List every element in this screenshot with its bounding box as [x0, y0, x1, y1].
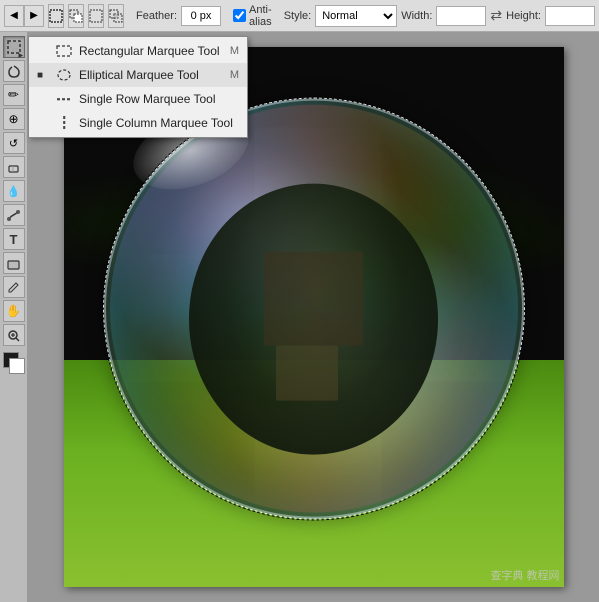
new-selection-button[interactable] [48, 4, 64, 28]
antialias-group: Anti-alias [233, 4, 272, 28]
reflected-car [276, 346, 338, 400]
forward-button[interactable]: ▶ [24, 5, 44, 27]
rectangular-marquee-icon [55, 42, 73, 60]
dropdown-item-single-row[interactable]: Single Row Marquee Tool [29, 87, 247, 111]
tool-marquee[interactable]: ▶ [3, 36, 25, 58]
tool-brush[interactable]: ✏ [3, 84, 25, 106]
nav-arrows: ◀ ▶ [4, 5, 44, 27]
watermark: 查字典 教程网 [490, 567, 559, 583]
width-label: Width: [401, 10, 432, 22]
tool-stamp[interactable]: ⊕ [3, 108, 25, 130]
dropdown-item-elliptical[interactable]: ■ Elliptical Marquee Tool M [29, 63, 247, 87]
tool-shape[interactable] [3, 252, 25, 274]
dropdown-item-elliptical-label: Elliptical Marquee Tool [79, 68, 199, 82]
elliptical-marquee-icon [55, 66, 73, 84]
feather-input[interactable] [181, 6, 221, 26]
tool-hand[interactable]: ✋ [3, 300, 25, 322]
style-label: Style: [284, 10, 312, 22]
tools-panel: ▶ ✏ ⊕ ↺ 💧 T [0, 32, 28, 602]
fg-bg-colors [3, 352, 25, 374]
dropdown-elliptical-shortcut: M [230, 69, 239, 81]
single-row-marquee-icon [55, 90, 73, 108]
tool-dropdown-menu: Rectangular Marquee Tool M ■ Elliptical … [28, 36, 248, 138]
dropdown-item-single-row-label: Single Row Marquee Tool [79, 92, 216, 106]
intersect-selection-button[interactable] [108, 4, 124, 28]
style-select[interactable]: Normal Fixed Ratio Fixed Size [315, 5, 397, 27]
feather-label: Feather: [136, 10, 177, 22]
swap-icon[interactable]: ⇄ [490, 7, 502, 24]
tool-blur[interactable]: 💧 [3, 180, 25, 202]
tool-eraser[interactable] [3, 156, 25, 178]
tool-zoom[interactable] [3, 324, 25, 346]
antialias-label: Anti-alias [249, 4, 272, 28]
bubble-sphere [104, 99, 524, 519]
antialias-checkbox[interactable] [233, 9, 246, 22]
main-toolbar: ◀ ▶ Feather: Anti-alias Style: [0, 0, 599, 32]
tool-eyedropper[interactable] [3, 276, 25, 298]
dropdown-item-rectangular[interactable]: Rectangular Marquee Tool M [29, 39, 247, 63]
single-column-marquee-icon [55, 114, 73, 132]
height-label: Height: [506, 10, 541, 22]
back-button[interactable]: ◀ [4, 5, 24, 27]
bubble-reflection [189, 184, 439, 454]
tool-lasso[interactable] [3, 60, 25, 82]
dropdown-item-single-column[interactable]: Single Column Marquee Tool [29, 111, 247, 135]
dropdown-rectangular-shortcut: M [230, 45, 239, 57]
add-selection-button[interactable] [68, 4, 84, 28]
tool-history-brush[interactable]: ↺ [3, 132, 25, 154]
width-input[interactable] [436, 6, 486, 26]
tool-type[interactable]: T [3, 228, 25, 250]
dropdown-item-single-column-label: Single Column Marquee Tool [79, 116, 233, 130]
reflected-building [264, 251, 364, 346]
dropdown-check-elliptical: ■ [37, 70, 49, 81]
subtract-selection-button[interactable] [88, 4, 104, 28]
tool-path[interactable] [3, 204, 25, 226]
background-color[interactable] [9, 358, 25, 374]
dropdown-item-rectangular-label: Rectangular Marquee Tool [79, 44, 220, 58]
height-input[interactable] [545, 6, 595, 26]
